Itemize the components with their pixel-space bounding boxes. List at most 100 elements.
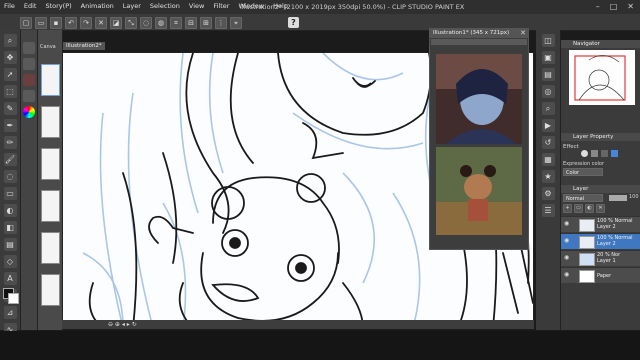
visibility-eye-icon[interactable]: ◉ bbox=[564, 255, 571, 261]
page-thumbnail[interactable] bbox=[41, 190, 60, 222]
eyedropper-tool-icon[interactable]: ✎ bbox=[3, 102, 17, 115]
invert-selection-icon[interactable]: ◍ bbox=[155, 16, 167, 29]
search-layer-icon[interactable]: ⌕ bbox=[541, 102, 555, 115]
sub-color-swatch[interactable] bbox=[8, 293, 19, 304]
new-folder-icon[interactable]: ▭ bbox=[574, 204, 583, 213]
navigator-icon[interactable]: ◫ bbox=[541, 34, 555, 47]
layer-property-header[interactable]: Layer Property bbox=[561, 133, 640, 141]
fill-icon[interactable]: ◪ bbox=[110, 16, 122, 29]
sub-view-icon[interactable]: ▣ bbox=[541, 51, 555, 64]
layer-color-icon[interactable] bbox=[601, 150, 608, 157]
figure-tool-icon[interactable]: ◇ bbox=[3, 255, 17, 268]
visibility-eye-icon[interactable]: ◉ bbox=[564, 221, 571, 227]
tone-effect-icon[interactable] bbox=[591, 150, 598, 157]
text-tool-icon[interactable]: A bbox=[3, 272, 17, 285]
snap-special-icon[interactable]: ⌖ bbox=[230, 16, 242, 29]
maximize-button[interactable]: □ bbox=[610, 2, 618, 11]
reference-window-title[interactable]: Illustration1* (345 x 721px) bbox=[430, 29, 528, 38]
menu-layer[interactable]: Layer bbox=[123, 2, 141, 10]
command-bar: ▢ ▭ ▪ ↶ ↷ ✕ ◪ ⤡ ◌ ◍ ⌗ ⊟ ⊞ ⋮ ⌖ bbox=[0, 15, 640, 30]
ruler-tool-icon[interactable]: ⊿ bbox=[3, 306, 17, 319]
animation-icon[interactable]: ▶ bbox=[541, 119, 555, 132]
menu-edit[interactable]: Edit bbox=[24, 2, 37, 10]
pages-tab[interactable]: Canva bbox=[40, 44, 56, 50]
airbrush-tool-icon[interactable]: ◌ bbox=[3, 170, 17, 183]
quick-access-icon[interactable]: ★ bbox=[541, 170, 555, 183]
clear-icon[interactable]: ✕ bbox=[95, 16, 107, 29]
layer-property-icon[interactable]: ◎ bbox=[541, 85, 555, 98]
fill-tool-icon[interactable]: ◧ bbox=[3, 221, 17, 234]
redo-icon[interactable]: ↷ bbox=[80, 16, 92, 29]
sketch-line bbox=[392, 192, 421, 326]
ruler-icon[interactable]: ⊟ bbox=[185, 16, 197, 29]
color-wheel-icon[interactable] bbox=[23, 106, 35, 118]
brush-tool-icon[interactable]: 🖌 bbox=[3, 153, 17, 166]
page-thumbnail[interactable] bbox=[41, 148, 60, 180]
history-icon[interactable]: ↺ bbox=[541, 136, 555, 149]
opacity-slider[interactable] bbox=[609, 195, 627, 201]
new-file-icon[interactable]: ▢ bbox=[20, 16, 32, 29]
sub-tool-button[interactable] bbox=[23, 42, 35, 54]
menu-animation[interactable]: Animation bbox=[81, 2, 114, 10]
layer-row-selected[interactable]: ◉ 100 % Normal Layer 2 bbox=[561, 233, 640, 249]
navigator-header[interactable]: Navigator bbox=[561, 40, 640, 48]
close-button[interactable]: ✕ bbox=[627, 2, 634, 11]
opacity-value[interactable]: 100 bbox=[629, 194, 639, 200]
item-bank-icon[interactable]: ▤ bbox=[541, 68, 555, 81]
layer-panel-icon[interactable]: ☰ bbox=[541, 204, 555, 217]
page-thumbnail[interactable] bbox=[41, 64, 60, 96]
minimize-button[interactable]: – bbox=[596, 2, 600, 11]
layer-row[interactable]: ◉ Paper bbox=[561, 267, 640, 283]
sub-tool-button[interactable] bbox=[23, 74, 35, 86]
canvas-tab-label: Illustration2* bbox=[63, 42, 105, 50]
operation-tool-icon[interactable]: ➚ bbox=[3, 68, 17, 81]
help-icon[interactable]: ? bbox=[288, 17, 299, 28]
pen-tool-icon[interactable]: ✒ bbox=[3, 119, 17, 132]
open-file-icon[interactable]: ▭ bbox=[35, 16, 47, 29]
expression-color-icon[interactable] bbox=[611, 150, 618, 157]
snap-grid-icon[interactable]: ⋮ bbox=[215, 16, 227, 29]
zoom-tool-icon[interactable]: ⌕ bbox=[3, 34, 17, 47]
deselect-icon[interactable]: ◌ bbox=[140, 16, 152, 29]
expression-color-select[interactable]: Color bbox=[563, 168, 603, 176]
undo-icon[interactable]: ↶ bbox=[65, 16, 77, 29]
close-icon[interactable]: ✕ bbox=[520, 29, 526, 37]
materials-icon[interactable]: ▦ bbox=[541, 153, 555, 166]
sub-tool-button[interactable] bbox=[23, 58, 35, 70]
pencil-tool-icon[interactable]: ✏ bbox=[3, 136, 17, 149]
transform-icon[interactable]: ⤡ bbox=[125, 16, 137, 29]
mask-icon[interactable]: ◐ bbox=[585, 204, 594, 213]
page-thumbnail[interactable] bbox=[41, 274, 60, 306]
menu-selection[interactable]: Selection bbox=[150, 2, 180, 10]
visibility-eye-icon[interactable]: ◉ bbox=[564, 272, 571, 278]
menu-file[interactable]: File bbox=[4, 2, 15, 10]
sub-tool-button[interactable] bbox=[23, 90, 35, 102]
blend-mode-select[interactable]: Normal bbox=[563, 194, 603, 202]
page-thumbnail[interactable] bbox=[41, 232, 60, 264]
menu-story[interactable]: Story(P) bbox=[45, 2, 71, 10]
menu-filter[interactable]: Filter bbox=[213, 2, 229, 10]
layer-row[interactable]: ◉ 20 % Nor Layer 1 bbox=[561, 250, 640, 266]
save-icon[interactable]: ▪ bbox=[50, 16, 62, 29]
page-thumbnail[interactable] bbox=[41, 106, 60, 138]
snap-ruler-icon[interactable]: ⊞ bbox=[200, 16, 212, 29]
gradient-tool-icon[interactable]: ▤ bbox=[3, 238, 17, 251]
layer-panel-header[interactable]: Layer bbox=[561, 185, 640, 193]
blend-tool-icon[interactable]: ◐ bbox=[3, 204, 17, 217]
new-layer-icon[interactable]: + bbox=[563, 204, 572, 213]
tool-property-icon[interactable]: ⚙ bbox=[541, 187, 555, 200]
move-tool-icon[interactable]: ✥ bbox=[3, 51, 17, 64]
small-head-top bbox=[212, 176, 340, 264]
zoom-controls[interactable]: ⊖ ⊕ ◂ ▸ ↻ bbox=[108, 321, 137, 328]
selection-tool-icon[interactable]: ⬚ bbox=[3, 85, 17, 98]
menu-view[interactable]: View bbox=[189, 2, 204, 10]
tool-palette: ⌕ ✥ ➚ ⬚ ✎ ✒ ✏ 🖌 ◌ ▭ ◐ ◧ ▤ ◇ A 💬 ⊿ ∿ bbox=[0, 30, 21, 336]
border-effect-icon[interactable] bbox=[581, 150, 588, 157]
delete-layer-icon[interactable]: ✕ bbox=[596, 204, 605, 213]
navigator-preview[interactable] bbox=[569, 50, 635, 105]
visibility-eye-icon[interactable]: ◉ bbox=[564, 238, 571, 244]
layer-row[interactable]: ◉ 100 % Normal Layer 2 bbox=[561, 216, 640, 232]
crop-icon[interactable]: ⌗ bbox=[170, 16, 182, 29]
eraser-tool-icon[interactable]: ▭ bbox=[3, 187, 17, 200]
layer-thumbnail bbox=[579, 236, 595, 249]
